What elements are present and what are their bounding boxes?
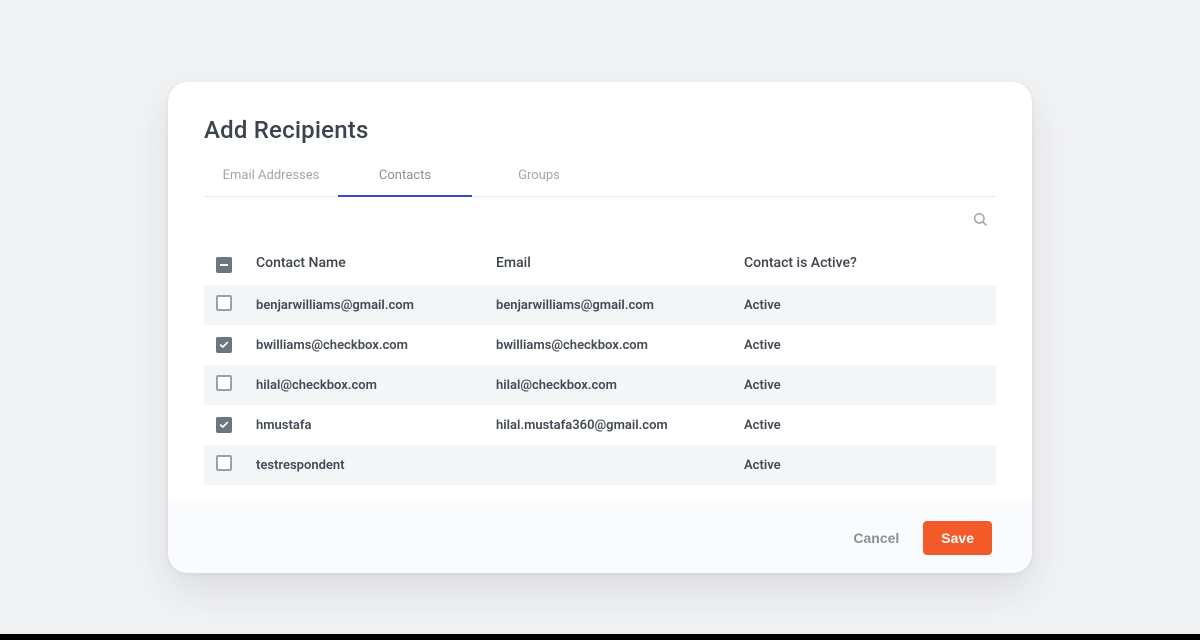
cell-active: Active bbox=[744, 378, 984, 393]
row-checkbox[interactable] bbox=[216, 455, 232, 471]
cell-email: benjarwilliams@gmail.com bbox=[496, 298, 744, 313]
tab-label: Contacts bbox=[379, 168, 431, 183]
page-background: Add Recipients Email Addresses Contacts … bbox=[0, 0, 1200, 640]
cell-email: bwilliams@checkbox.com bbox=[496, 338, 744, 353]
cell-contact-name: hmustafa bbox=[256, 418, 496, 433]
row-checkbox[interactable] bbox=[216, 417, 232, 433]
col-contact-name[interactable]: Contact Name bbox=[256, 255, 496, 271]
tab-label: Email Addresses bbox=[223, 168, 320, 183]
row-checkbox[interactable] bbox=[216, 295, 232, 311]
bottom-edge bbox=[0, 634, 1200, 640]
table-row: testrespondent Active bbox=[204, 445, 996, 485]
cell-active: Active bbox=[744, 338, 984, 353]
table-row: benjarwilliams@gmail.combenjarwilliams@g… bbox=[204, 285, 996, 325]
table-header: Contact Name Email Contact is Active? bbox=[204, 241, 996, 285]
row-checkbox[interactable] bbox=[216, 337, 232, 353]
tab-label: Groups bbox=[518, 168, 560, 183]
col-email[interactable]: Email bbox=[496, 255, 744, 271]
cell-email: hilal.mustafa360@gmail.com bbox=[496, 418, 744, 433]
tab-groups[interactable]: Groups bbox=[472, 158, 606, 196]
add-recipients-modal: Add Recipients Email Addresses Contacts … bbox=[168, 82, 1032, 573]
modal-footer: Cancel Save bbox=[168, 503, 1032, 573]
contacts-table: Contact Name Email Contact is Active? be… bbox=[204, 241, 996, 485]
modal-title: Add Recipients bbox=[204, 116, 996, 144]
select-all-checkbox[interactable] bbox=[216, 257, 232, 273]
search-row bbox=[204, 197, 996, 241]
cell-contact-name: benjarwilliams@gmail.com bbox=[256, 298, 496, 313]
col-active[interactable]: Contact is Active? bbox=[744, 255, 984, 271]
tabs: Email Addresses Contacts Groups bbox=[204, 158, 996, 197]
cell-email: hilal@checkbox.com bbox=[496, 378, 744, 393]
cell-contact-name: bwilliams@checkbox.com bbox=[256, 338, 496, 353]
cell-active: Active bbox=[744, 458, 984, 473]
table-row: hmustafahilal.mustafa360@gmail.comActive bbox=[204, 405, 996, 445]
cell-contact-name: hilal@checkbox.com bbox=[256, 378, 496, 393]
row-checkbox[interactable] bbox=[216, 375, 232, 391]
save-button[interactable]: Save bbox=[923, 521, 992, 555]
search-icon[interactable] bbox=[972, 211, 988, 227]
tab-contacts[interactable]: Contacts bbox=[338, 158, 472, 197]
table-row: bwilliams@checkbox.combwilliams@checkbox… bbox=[204, 325, 996, 365]
cell-contact-name: testrespondent bbox=[256, 458, 496, 473]
tab-email-addresses[interactable]: Email Addresses bbox=[204, 158, 338, 196]
table-row: hilal@checkbox.comhilal@checkbox.comActi… bbox=[204, 365, 996, 405]
cell-active: Active bbox=[744, 298, 984, 313]
cancel-button[interactable]: Cancel bbox=[853, 530, 899, 546]
cell-active: Active bbox=[744, 418, 984, 433]
